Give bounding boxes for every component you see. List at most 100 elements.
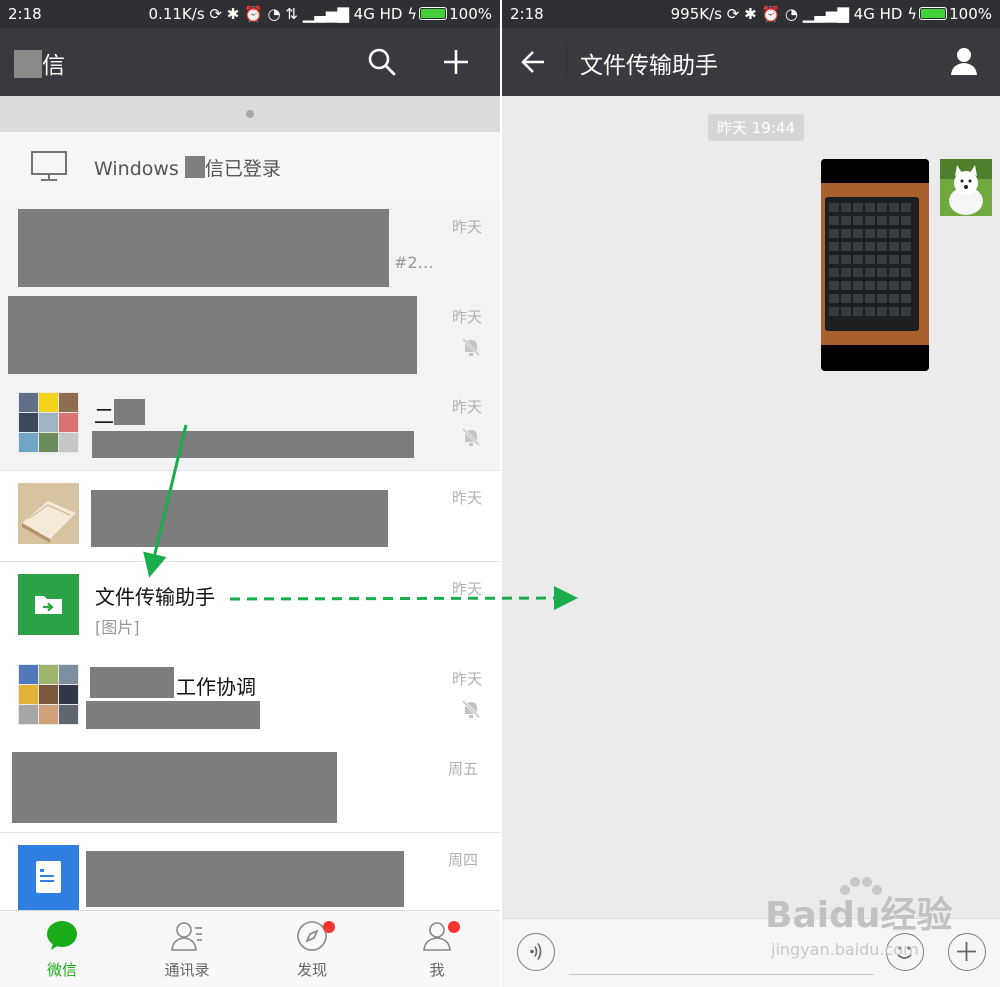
status-time: 2:18 [8, 5, 42, 23]
baidu-jingyan-watermark: Baidu经验 jingyan.baidu.com [765, 876, 975, 976]
my-avatar[interactable] [940, 159, 992, 216]
redacted-block [90, 667, 174, 698]
login-banner-prefix: Windows [94, 158, 179, 180]
desktop-login-banner[interactable]: Windows 信已登录 [0, 132, 500, 201]
status-network: 4G HD [353, 5, 403, 23]
chat-bubble-icon [47, 921, 77, 950]
chat-name: 工作协调 [176, 675, 256, 699]
monitor-icon [31, 151, 67, 181]
conversation-screen: 2:18 995K/s ⟳ ✱ ⏰ ◔ ▁▃▅▇ 4G HD ϟ 100% 文件传… [502, 0, 1000, 987]
search-icon[interactable] [364, 44, 400, 80]
chat-preview: #2… [394, 253, 434, 272]
pull-down-strip[interactable] [0, 96, 500, 132]
redacted-block [12, 752, 337, 823]
status-battery: 100% [949, 5, 992, 23]
chat-row[interactable]: 二 昨天 [0, 380, 500, 471]
redacted-block [18, 209, 389, 287]
chat-row[interactable]: 昨天 [0, 471, 500, 562]
status-icons: ⟳ ✱ ⏰ ◔ ▁▃▅▇ [726, 5, 854, 23]
chat-time: 昨天 [451, 398, 482, 416]
tab-discover[interactable]: 发现 [267, 919, 357, 980]
plus-icon[interactable] [438, 44, 474, 80]
status-info: 995K/s ⟳ ✱ ⏰ ◔ ▁▃▅▇ 4G HD ϟ 100% [671, 5, 992, 23]
chat-row[interactable]: 工作协调 昨天 [0, 652, 500, 743]
mute-bell-icon [461, 427, 481, 447]
header-separator [566, 46, 567, 78]
file-transfer-avatar [18, 574, 79, 635]
watermark-url: jingyan.baidu.com [771, 940, 919, 959]
login-banner-suffix: 信已登录 [204, 158, 281, 180]
status-bar: 2:18 995K/s ⟳ ✱ ⏰ ◔ ▁▃▅▇ 4G HD ϟ 100% [502, 0, 1000, 28]
chat-time: 昨天 [451, 670, 482, 688]
app-header: 信 [0, 28, 500, 96]
chat-row[interactable]: 昨天 #2… [0, 200, 500, 291]
document-avatar [18, 845, 79, 911]
conversation-header: 文件传输助手 [502, 28, 1000, 96]
status-battery: 100% [449, 5, 492, 23]
battery-icon [419, 7, 448, 20]
status-speed: 995K/s [670, 5, 722, 23]
chat-time: 周四 [447, 851, 478, 869]
bottom-tab-bar: 微信 通讯录 发现 我 [0, 910, 500, 987]
group-avatar [18, 392, 79, 453]
redacted-block [14, 50, 42, 78]
tab-contacts[interactable]: 通讯录 [142, 919, 232, 980]
status-icons: ⟳ ✱ ⏰ ◔ ⇅ ▁▃▅▇ [209, 5, 354, 23]
app-title-suffix: 信 [42, 53, 65, 79]
redacted-block [91, 490, 388, 547]
group-avatar [18, 664, 79, 725]
redacted-block [86, 701, 260, 729]
chat-preview: [图片] [95, 618, 140, 637]
charging-icon: ϟ [407, 5, 418, 23]
pull-indicator-dot [246, 110, 254, 118]
status-speed: 0.11K/s [148, 5, 205, 23]
chat-name: 文件传输助手 [95, 585, 215, 609]
message-timestamp: 昨天 19:44 [708, 114, 804, 141]
app-title: 信 [14, 46, 65, 80]
chat-time: 昨天 [451, 580, 482, 598]
back-arrow-icon[interactable] [516, 44, 552, 80]
document-icon [36, 861, 61, 893]
folder-arrow-icon [35, 596, 62, 614]
chat-time: 昨天 [451, 218, 482, 236]
conversation-title: 文件传输助手 [580, 53, 718, 79]
tab-chats[interactable]: 微信 [17, 919, 107, 980]
status-network: 4G HD [853, 5, 903, 23]
tab-label: 我 [429, 961, 445, 979]
tab-label: 微信 [46, 961, 77, 979]
dog-photo [940, 159, 992, 216]
status-time: 2:18 [510, 5, 544, 23]
keyboard-photo [821, 159, 929, 371]
voice-icon [530, 943, 542, 960]
charging-icon: ϟ [907, 5, 918, 23]
contacts-icon [171, 922, 202, 951]
chat-name: 二 [94, 404, 114, 428]
chat-list-screen: 2:18 0.11K/s ⟳ ✱ ⏰ ◔ ⇅ ▁▃▅▇ 4G HD ϟ 100% … [0, 0, 500, 987]
chat-time: 昨天 [451, 489, 482, 507]
chat-row[interactable]: 昨天 [0, 290, 500, 381]
person-icon[interactable] [946, 44, 982, 80]
redacted-block [86, 851, 404, 907]
chat-row-file-transfer[interactable]: 文件传输助手 [图片] 昨天 [0, 562, 500, 653]
image-message[interactable] [821, 159, 929, 371]
redacted-block [92, 431, 414, 458]
book-avatar [18, 483, 79, 544]
mute-bell-icon [461, 699, 481, 719]
battery-icon [919, 7, 948, 20]
notification-dot [448, 921, 460, 933]
tab-me[interactable]: 我 [392, 919, 482, 980]
watermark-main-text: Baidu经验 [765, 895, 953, 936]
tab-label: 通讯录 [164, 961, 210, 979]
status-info: 0.11K/s ⟳ ✱ ⏰ ◔ ⇅ ▁▃▅▇ 4G HD ϟ 100% [149, 5, 492, 23]
chat-row[interactable]: 周五 [0, 742, 500, 833]
redacted-block [114, 399, 145, 425]
chat-row[interactable]: 周四 [0, 833, 500, 911]
voice-button[interactable] [517, 933, 555, 971]
chat-time: 昨天 [451, 308, 482, 326]
mute-bell-icon [461, 337, 481, 357]
status-bar: 2:18 0.11K/s ⟳ ✱ ⏰ ◔ ⇅ ▁▃▅▇ 4G HD ϟ 100% [0, 0, 500, 28]
tab-label: 发现 [296, 961, 327, 979]
notification-dot [323, 921, 335, 933]
redacted-block [8, 296, 417, 374]
login-banner-text: Windows 信已登录 [94, 154, 281, 181]
